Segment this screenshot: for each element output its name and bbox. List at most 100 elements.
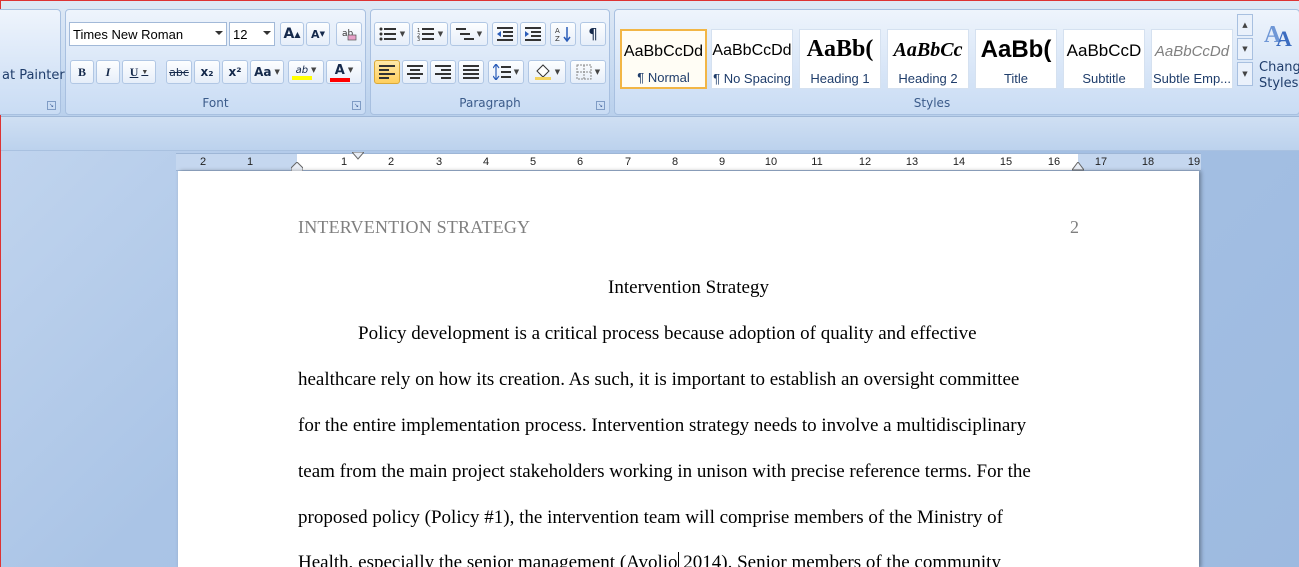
superscript-button[interactable]: x² — [222, 60, 248, 84]
sort-button[interactable]: AZ — [550, 22, 576, 46]
font-group: Times New Roman 12 A ▲ A ▼ ab B I U ▼ abc — [65, 9, 366, 115]
change-case-glyph: Aa — [254, 65, 272, 79]
ruler-number: 17 — [1094, 156, 1108, 168]
svg-text:A: A — [1276, 26, 1292, 50]
font-dialog-launcher[interactable]: ↘ — [352, 101, 361, 110]
ribbon-bottom-band — [1, 117, 1299, 151]
style-subtitle[interactable]: AaBbCcD Subtitle — [1063, 29, 1145, 89]
ruler-number: 12 — [858, 156, 872, 168]
first-line-indent-marker[interactable] — [352, 152, 364, 160]
shrink-font-button[interactable]: A ▼ — [306, 22, 330, 46]
ruler-number: 1 — [246, 156, 254, 168]
align-center-button[interactable] — [402, 60, 428, 84]
grow-font-button[interactable]: A ▲ — [280, 22, 304, 46]
grow-arrow-icon: ▲ — [294, 29, 301, 39]
horizontal-ruler[interactable]: 2 1 1 2 3 4 5 6 7 8 9 10 11 12 13 14 15 … — [176, 152, 1201, 175]
styles-scroll-down[interactable]: ▼ — [1237, 38, 1253, 60]
increase-indent-button[interactable] — [520, 22, 546, 46]
style-title[interactable]: AaBb( Title — [975, 29, 1057, 89]
styles-more[interactable]: ▼ — [1237, 62, 1253, 86]
style-sample: AaBbCcD — [1066, 41, 1142, 60]
ruler-number: 3 — [435, 156, 443, 168]
document-page[interactable]: INTERVENTION STRATEGY 2 Intervention Str… — [178, 171, 1199, 567]
ruler-number: 7 — [624, 156, 632, 168]
justify-button[interactable] — [458, 60, 484, 84]
style-name: ¶ No Spacing — [713, 71, 791, 86]
line-spacing-button[interactable]: ▼ — [488, 60, 524, 84]
body-text-before-cursor: Health, especially the senior management… — [298, 552, 678, 567]
ruler-number: 9 — [718, 156, 726, 168]
style-sample: AaBb( — [980, 36, 1052, 63]
ribbon: at Painter ↘ Times New Roman 12 A ▲ A ▼ ab… — [0, 1, 1299, 117]
styles-group-label: Styles — [913, 96, 951, 110]
shading-button[interactable]: ▼ — [528, 60, 566, 84]
style-normal[interactable]: AaBbCcDd ¶ Normal — [620, 29, 707, 89]
change-styles-button[interactable]: A A Change Styles — [1257, 14, 1299, 94]
highlight-button[interactable]: ab ▼ — [288, 60, 324, 84]
style-subtle-emphasis[interactable]: AaBbCcDd Subtle Emp... — [1151, 29, 1233, 89]
style-name: Title — [1003, 71, 1029, 86]
chevron-down-icon: ▼ — [141, 68, 149, 76]
paragraph-dialog-launcher[interactable]: ↘ — [596, 101, 605, 110]
subscript-glyph: x₂ — [200, 65, 214, 79]
borders-icon — [576, 64, 592, 80]
ruler-number: 15 — [999, 156, 1013, 168]
format-painter-button[interactable]: at Painter — [2, 68, 65, 83]
align-right-button[interactable] — [430, 60, 456, 84]
ruler-number: 2 — [199, 156, 207, 168]
chevron-down-icon: ▼ — [399, 30, 406, 38]
font-color-glyph: A — [334, 62, 345, 78]
font-group-label: Font — [202, 96, 229, 110]
font-color-button[interactable]: A ▼ — [326, 60, 362, 84]
decrease-indent-button[interactable] — [492, 22, 518, 46]
ruler-number: 4 — [482, 156, 490, 168]
font-name-value: Times New Roman — [73, 26, 184, 42]
bullets-button[interactable]: ▼ — [374, 22, 410, 46]
change-styles-label-1: Change — [1259, 60, 1299, 75]
styles-scroll-up[interactable]: ▲ — [1237, 14, 1253, 36]
style-no-spacing[interactable]: AaBbCcDd ¶ No Spacing — [711, 29, 793, 89]
body-text-after-cursor: 2014). Senior members of the community — [678, 552, 1001, 567]
style-heading-2[interactable]: AaBbCc Heading 2 — [887, 29, 969, 89]
italic-glyph: I — [105, 64, 111, 79]
change-case-button[interactable]: Aa ▼ — [250, 60, 284, 84]
clear-formatting-button[interactable]: ab — [336, 22, 362, 46]
body-line: healthcare rely on how its creation. As … — [298, 369, 1020, 390]
style-sample: AaBb( — [806, 36, 874, 62]
right-indent-marker[interactable] — [1072, 162, 1084, 171]
highlighter-icon: ab — [295, 64, 309, 76]
strikethrough-button[interactable]: abc — [166, 60, 192, 84]
chevron-down-icon: ▼ — [513, 68, 520, 76]
style-sample: AaBbCcDd — [623, 43, 704, 60]
clipboard-dialog-launcher[interactable]: ↘ — [47, 101, 56, 110]
change-styles-icon: A A — [1264, 22, 1292, 50]
show-formatting-button[interactable]: ¶ — [580, 22, 606, 46]
body-line: for the entire implementation process. I… — [298, 415, 1027, 436]
styles-group: AaBbCcDd ¶ Normal AaBbCcDd ¶ No Spacing … — [614, 9, 1299, 115]
style-name: Heading 2 — [898, 71, 958, 86]
ruler-number: 6 — [576, 156, 584, 168]
bold-glyph: B — [77, 64, 86, 79]
style-name: Subtitle — [1082, 71, 1126, 86]
clipboard-group: at Painter ↘ — [0, 9, 65, 115]
style-heading-1[interactable]: AaBb( Heading 1 — [799, 29, 881, 89]
superscript-glyph: x² — [228, 65, 242, 79]
pilcrow-icon: ¶ — [588, 25, 598, 43]
paint-bucket-icon — [534, 64, 551, 80]
chevron-down-icon — [215, 31, 223, 35]
font-size-box[interactable]: 12 — [229, 22, 275, 46]
bold-button[interactable]: B — [70, 60, 94, 84]
body-line: Policy development is a critical process… — [358, 323, 977, 344]
document-title: Intervention Strategy — [608, 277, 769, 298]
font-name-box[interactable]: Times New Roman — [69, 22, 227, 46]
multilevel-list-button[interactable]: ▼ — [450, 22, 488, 46]
subscript-button[interactable]: x₂ — [194, 60, 220, 84]
underline-button[interactable]: U ▼ — [122, 60, 156, 84]
increase-indent-icon — [525, 27, 541, 41]
borders-button[interactable]: ▼ — [570, 60, 606, 84]
italic-button[interactable]: I — [96, 60, 120, 84]
running-header: INTERVENTION STRATEGY — [298, 217, 531, 237]
ruler-number: 10 — [764, 156, 778, 168]
numbering-button[interactable]: 123 ▼ — [412, 22, 448, 46]
align-left-button[interactable] — [374, 60, 400, 84]
